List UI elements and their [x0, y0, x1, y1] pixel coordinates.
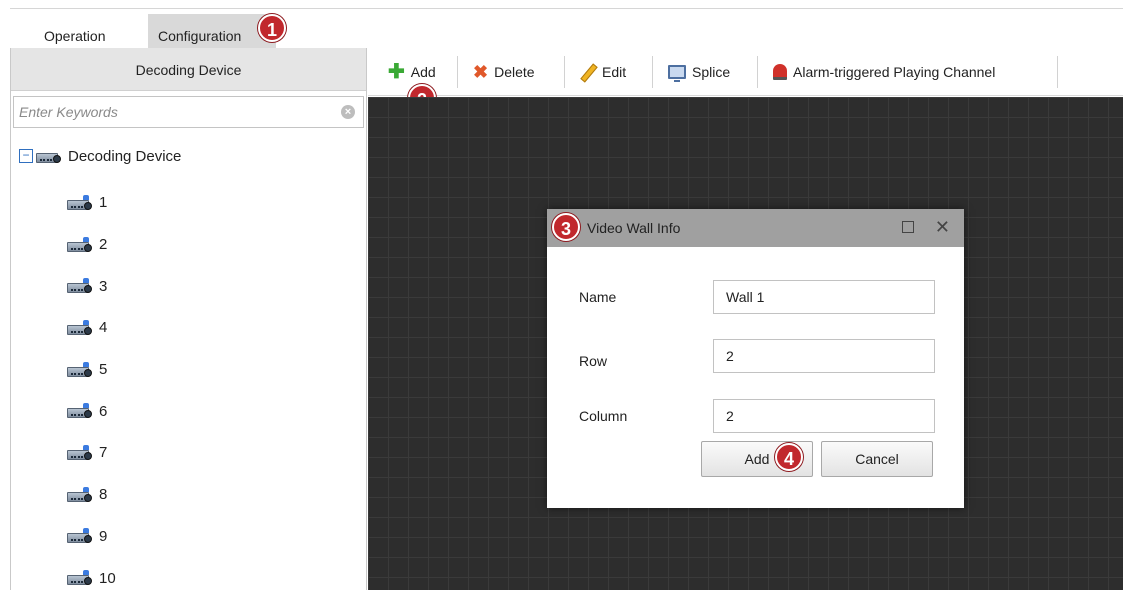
video-wall-info-dialog: Video Wall Info ✕ Name Wall 1 Row 2 Colu…: [547, 209, 964, 508]
tree-item[interactable]: 8: [67, 474, 347, 516]
x-icon: ✖: [473, 61, 489, 82]
decoder-device-icon: [67, 236, 97, 253]
tree-item-label: 4: [99, 319, 108, 337]
tree-item-label: 3: [99, 277, 108, 295]
search-input[interactable]: [14, 97, 314, 127]
toolbar-divider: [757, 56, 758, 88]
collapse-icon[interactable]: −: [19, 149, 33, 163]
alarm-button-label: Alarm-triggered Playing Channel: [793, 64, 996, 80]
toolbar: ✚ Add ✖ Delete Edit Splice Alarm-trigger…: [368, 48, 1123, 96]
clear-search-icon[interactable]: ×: [341, 105, 355, 119]
tree-item-label: 8: [99, 486, 108, 504]
toolbar-divider: [652, 56, 653, 88]
tree-item[interactable]: 9: [67, 516, 347, 558]
tab-operation[interactable]: Operation: [34, 18, 115, 48]
tree-item-label: 7: [99, 444, 108, 462]
column-field[interactable]: 2: [713, 399, 935, 433]
decoder-device-icon: [67, 403, 97, 419]
row-label: Row: [579, 353, 608, 369]
left-panel: Decoding Device × − Decoding Device 1 2: [10, 48, 367, 590]
pencil-icon: [580, 64, 596, 80]
tree-root-label: Decoding Device: [68, 147, 182, 165]
app-window: Operation Configuration 1 Decoding Devic…: [0, 0, 1123, 590]
tab-configuration[interactable]: Configuration: [148, 14, 276, 48]
dialog-title: Video Wall Info: [587, 220, 681, 236]
decoder-device-icon: [67, 528, 97, 544]
tree-item-label: 6: [99, 402, 108, 420]
tree-root-node[interactable]: − Decoding Device: [19, 144, 181, 168]
edit-button[interactable]: Edit: [576, 58, 630, 86]
decoder-device-icon: [67, 278, 97, 294]
add-button-label: Add: [410, 64, 436, 80]
decoder-device-icon: [36, 148, 66, 164]
delete-button-label: Delete: [494, 64, 535, 80]
tree-item-label: 5: [99, 361, 108, 379]
tree-item[interactable]: 10: [67, 557, 347, 590]
maximize-icon[interactable]: [902, 221, 914, 233]
toolbar-divider: [564, 56, 565, 88]
name-label: Name: [579, 289, 617, 305]
device-tree-list: 1 2 3 4 5 6 7 8 9 10: [67, 182, 347, 590]
tree-item[interactable]: 7: [67, 432, 347, 474]
callout-1: 1: [258, 14, 286, 42]
decoder-device-icon: [67, 319, 97, 336]
splice-button-label: Splice: [692, 64, 731, 80]
tree-item[interactable]: 6: [67, 390, 347, 432]
dialog-header[interactable]: Video Wall Info ✕: [547, 209, 964, 247]
tree-item[interactable]: 4: [67, 307, 347, 349]
close-icon[interactable]: ✕: [935, 217, 950, 237]
tree-item[interactable]: 2: [67, 224, 347, 266]
decoder-device-icon: [67, 570, 97, 586]
delete-button[interactable]: ✖ Delete: [469, 58, 539, 86]
column-label: Column: [579, 408, 628, 424]
callout-4: 4: [775, 443, 803, 471]
tree-item[interactable]: 5: [67, 349, 347, 391]
tree-item[interactable]: 1: [67, 182, 347, 224]
name-field[interactable]: Wall 1: [713, 280, 935, 314]
decoder-device-icon: [67, 361, 97, 378]
left-panel-title: Decoding Device: [11, 48, 366, 91]
tree-item-label: 2: [99, 236, 108, 254]
tree-item-label: 10: [99, 569, 116, 587]
cancel-button[interactable]: Cancel: [821, 441, 933, 477]
decoder-device-icon: [67, 194, 97, 211]
row-field[interactable]: 2: [713, 339, 935, 373]
splice-button[interactable]: Splice: [664, 58, 734, 86]
monitor-icon: [668, 65, 686, 82]
callout-3: 3: [552, 213, 580, 241]
alarm-triggered-playing-channel-button[interactable]: Alarm-triggered Playing Channel: [769, 58, 999, 86]
search-box: ×: [13, 96, 364, 128]
tree-item-label: 9: [99, 527, 108, 545]
tree-item-label: 1: [99, 194, 108, 212]
decoder-device-icon: [67, 486, 97, 503]
tree-item[interactable]: 3: [67, 265, 347, 307]
decoder-device-icon: [67, 444, 97, 461]
toolbar-divider: [457, 56, 458, 88]
alarm-light-icon: [773, 64, 787, 80]
add-button[interactable]: ✚ Add: [384, 58, 440, 86]
toolbar-divider: [1057, 56, 1058, 88]
plus-icon: ✚: [388, 61, 405, 83]
edit-button-label: Edit: [602, 64, 627, 80]
